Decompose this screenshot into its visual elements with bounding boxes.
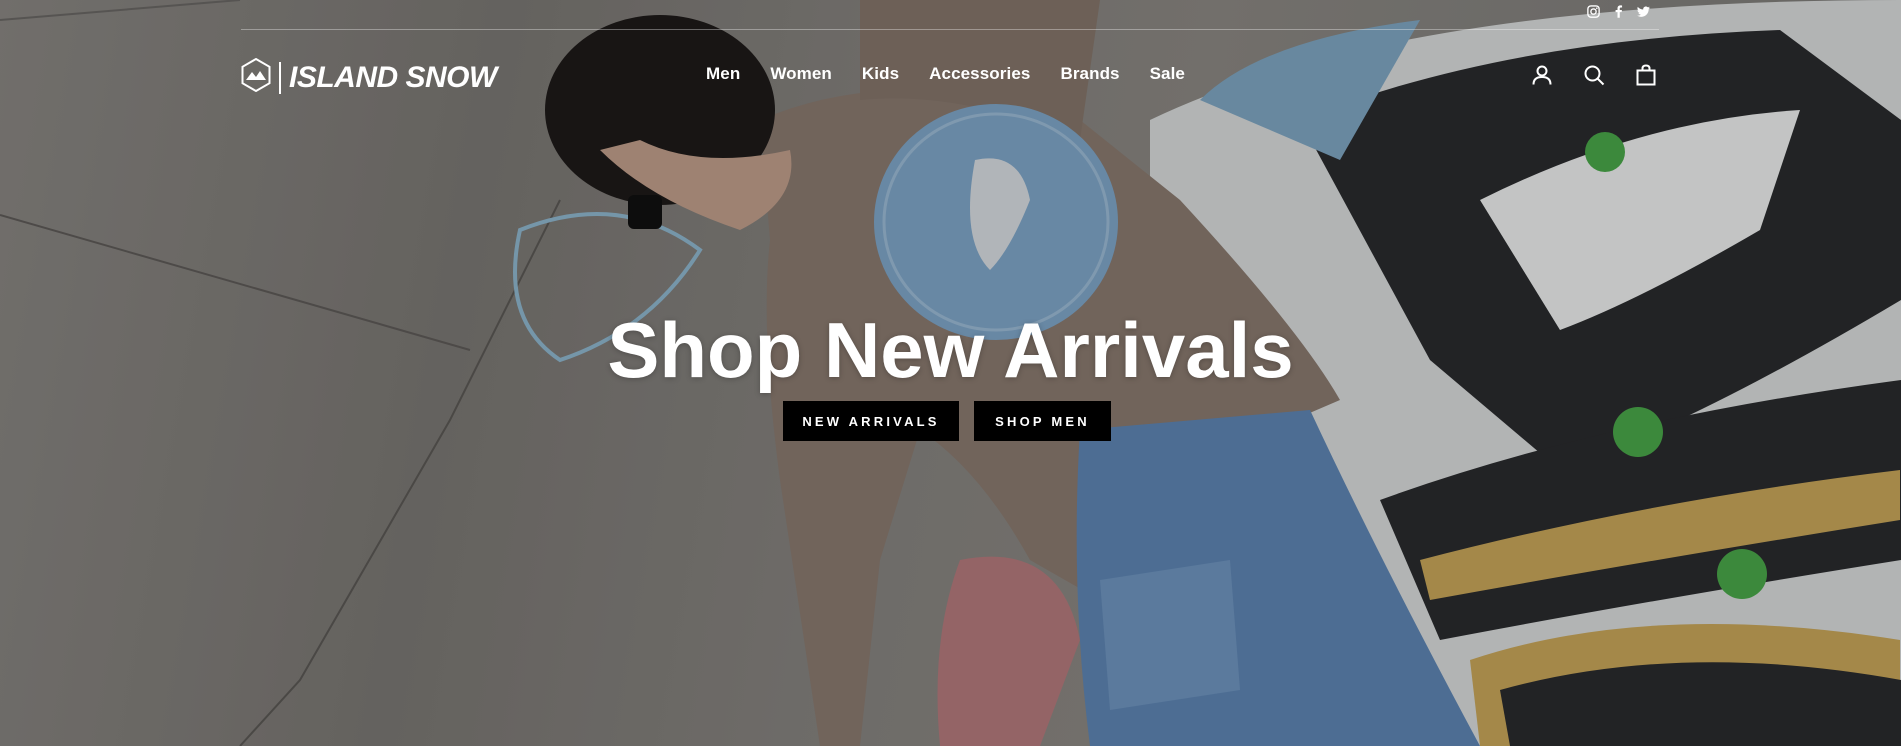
nav-item-kids[interactable]: Kids	[862, 64, 899, 84]
account-icon[interactable]	[1530, 63, 1554, 92]
header-tools	[1530, 63, 1658, 92]
new-arrivals-button[interactable]: NEW ARRIVALS	[783, 401, 959, 441]
shop-men-button[interactable]: SHOP MEN	[974, 401, 1111, 441]
cart-icon[interactable]	[1634, 63, 1658, 92]
search-icon[interactable]	[1582, 63, 1606, 92]
logo-divider	[279, 61, 281, 94]
main-nav: Men Women Kids Accessories Brands Sale	[706, 64, 1185, 84]
mountain-hexagon-icon	[241, 57, 271, 97]
nav-item-brands[interactable]: Brands	[1060, 64, 1119, 84]
brand-name: ISLAND SNOW	[289, 60, 497, 94]
instagram-icon[interactable]	[1586, 4, 1601, 19]
nav-item-women[interactable]: Women	[770, 64, 832, 84]
hero-cta-group: NEW ARRIVALS SHOP MEN	[783, 401, 1111, 441]
hero-headline: Shop New Arrivals	[607, 306, 1294, 394]
nav-item-accessories[interactable]: Accessories	[929, 64, 1030, 84]
site-logo[interactable]: ISLAND SNOW	[241, 57, 497, 97]
social-links	[1586, 4, 1651, 19]
nav-item-men[interactable]: Men	[706, 64, 740, 84]
header-divider	[241, 29, 1659, 30]
facebook-icon[interactable]	[1611, 4, 1626, 19]
twitter-icon[interactable]	[1636, 4, 1651, 19]
nav-item-sale[interactable]: Sale	[1150, 64, 1185, 84]
